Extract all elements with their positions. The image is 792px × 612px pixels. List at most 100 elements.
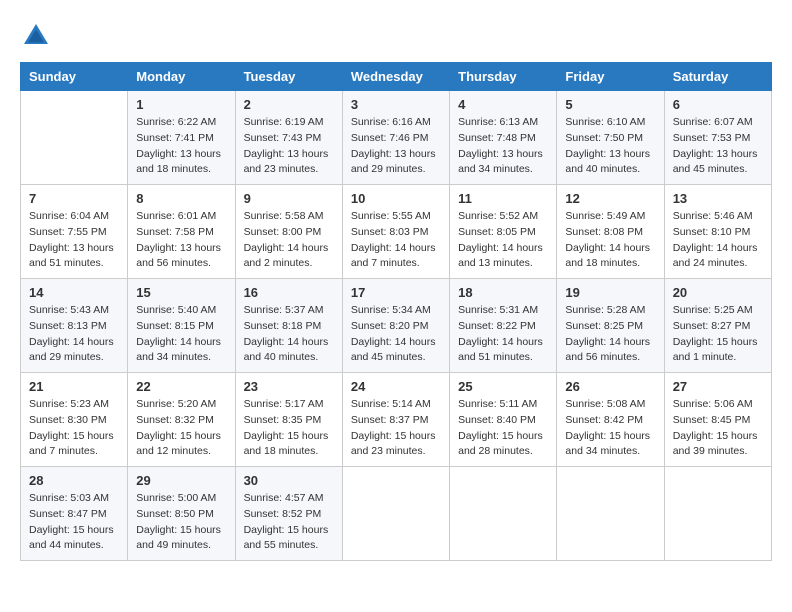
- calendar-cell: 11 Sunrise: 5:52 AMSunset: 8:05 PMDayligh…: [450, 185, 557, 279]
- day-info: Sunrise: 5:31 AMSunset: 8:22 PMDaylight:…: [458, 303, 548, 366]
- day-info: Sunrise: 5:23 AMSunset: 8:30 PMDaylight:…: [29, 397, 119, 460]
- header-day: Sunday: [21, 63, 128, 91]
- day-number: 12: [565, 191, 655, 206]
- day-info: Sunrise: 5:06 AMSunset: 8:45 PMDaylight:…: [673, 397, 763, 460]
- day-info: Sunrise: 5:17 AMSunset: 8:35 PMDaylight:…: [244, 397, 334, 460]
- calendar-cell: 3 Sunrise: 6:16 AMSunset: 7:46 PMDaylight…: [342, 91, 449, 185]
- calendar-cell: 28 Sunrise: 5:03 AMSunset: 8:47 PMDayligh…: [21, 467, 128, 561]
- day-number: 17: [351, 285, 441, 300]
- day-info: Sunrise: 5:14 AMSunset: 8:37 PMDaylight:…: [351, 397, 441, 460]
- day-info: Sunrise: 4:57 AMSunset: 8:52 PMDaylight:…: [244, 491, 334, 554]
- day-number: 29: [136, 473, 226, 488]
- calendar-cell: 1 Sunrise: 6:22 AMSunset: 7:41 PMDaylight…: [128, 91, 235, 185]
- calendar-cell: 9 Sunrise: 5:58 AMSunset: 8:00 PMDaylight…: [235, 185, 342, 279]
- calendar-cell: 18 Sunrise: 5:31 AMSunset: 8:22 PMDayligh…: [450, 279, 557, 373]
- calendar-cell: 25 Sunrise: 5:11 AMSunset: 8:40 PMDayligh…: [450, 373, 557, 467]
- day-number: 15: [136, 285, 226, 300]
- day-info: Sunrise: 5:40 AMSunset: 8:15 PMDaylight:…: [136, 303, 226, 366]
- calendar-cell: 5 Sunrise: 6:10 AMSunset: 7:50 PMDaylight…: [557, 91, 664, 185]
- week-row: 28 Sunrise: 5:03 AMSunset: 8:47 PMDayligh…: [21, 467, 772, 561]
- logo-icon: [20, 20, 52, 52]
- calendar-cell: 30 Sunrise: 4:57 AMSunset: 8:52 PMDayligh…: [235, 467, 342, 561]
- calendar-cell: 6Sunrise: 6:07 AMSunset: 7:53 PMDaylight…: [664, 91, 771, 185]
- calendar-cell: 24 Sunrise: 5:14 AMSunset: 8:37 PMDayligh…: [342, 373, 449, 467]
- calendar-cell: 8Sunrise: 6:01 AMSunset: 7:58 PMDaylight…: [128, 185, 235, 279]
- calendar-header: SundayMondayTuesdayWednesdayThursdayFrid…: [21, 63, 772, 91]
- day-number: 19: [565, 285, 655, 300]
- day-info: Sunrise: 5:28 AMSunset: 8:25 PMDaylight:…: [565, 303, 655, 366]
- day-number: 30: [244, 473, 334, 488]
- day-info: Sunrise: 6:19 AMSunset: 7:43 PMDaylight:…: [244, 115, 334, 178]
- day-number: 4: [458, 97, 548, 112]
- day-info: Sunrise: 5:03 AMSunset: 8:47 PMDaylight:…: [29, 491, 119, 554]
- calendar-cell: [557, 467, 664, 561]
- day-info: Sunrise: 5:11 AMSunset: 8:40 PMDaylight:…: [458, 397, 548, 460]
- week-row: 7 Sunrise: 6:04 AMSunset: 7:55 PMDaylight…: [21, 185, 772, 279]
- calendar-body: 1 Sunrise: 6:22 AMSunset: 7:41 PMDaylight…: [21, 91, 772, 561]
- calendar-cell: 21 Sunrise: 5:23 AMSunset: 8:30 PMDayligh…: [21, 373, 128, 467]
- day-info: Sunrise: 5:08 AMSunset: 8:42 PMDaylight:…: [565, 397, 655, 460]
- calendar-cell: 22 Sunrise: 5:20 AMSunset: 8:32 PMDayligh…: [128, 373, 235, 467]
- day-number: 20: [673, 285, 763, 300]
- day-info: Sunrise: 5:58 AMSunset: 8:00 PMDaylight:…: [244, 209, 334, 272]
- calendar-cell: 20 Sunrise: 5:25 AMSunset: 8:27 PMDayligh…: [664, 279, 771, 373]
- header-day: Wednesday: [342, 63, 449, 91]
- calendar-cell: 27 Sunrise: 5:06 AMSunset: 8:45 PMDayligh…: [664, 373, 771, 467]
- day-number: 24: [351, 379, 441, 394]
- calendar-cell: [21, 91, 128, 185]
- day-number: 27: [673, 379, 763, 394]
- calendar-cell: 15 Sunrise: 5:40 AMSunset: 8:15 PMDayligh…: [128, 279, 235, 373]
- day-info: Sunrise: 5:20 AMSunset: 8:32 PMDaylight:…: [136, 397, 226, 460]
- page-header: [20, 20, 772, 52]
- calendar-cell: 16 Sunrise: 5:37 AMSunset: 8:18 PMDayligh…: [235, 279, 342, 373]
- day-info: Sunrise: 6:04 AMSunset: 7:55 PMDaylight:…: [29, 209, 119, 272]
- header-day: Tuesday: [235, 63, 342, 91]
- day-number: 16: [244, 285, 334, 300]
- header-row: SundayMondayTuesdayWednesdayThursdayFrid…: [21, 63, 772, 91]
- day-number: 5: [565, 97, 655, 112]
- day-number: 1: [136, 97, 226, 112]
- day-number: 2: [244, 97, 334, 112]
- calendar-cell: 2 Sunrise: 6:19 AMSunset: 7:43 PMDaylight…: [235, 91, 342, 185]
- day-number: 7: [29, 191, 119, 206]
- header-day: Thursday: [450, 63, 557, 91]
- week-row: 14Sunrise: 5:43 AMSunset: 8:13 PMDayligh…: [21, 279, 772, 373]
- day-number: 22: [136, 379, 226, 394]
- calendar-table: SundayMondayTuesdayWednesdayThursdayFrid…: [20, 62, 772, 561]
- day-number: 14: [29, 285, 119, 300]
- day-number: 28: [29, 473, 119, 488]
- day-info: Sunrise: 6:10 AMSunset: 7:50 PMDaylight:…: [565, 115, 655, 178]
- calendar-cell: 29Sunrise: 5:00 AMSunset: 8:50 PMDayligh…: [128, 467, 235, 561]
- day-number: 25: [458, 379, 548, 394]
- day-number: 21: [29, 379, 119, 394]
- calendar-cell: 7 Sunrise: 6:04 AMSunset: 7:55 PMDaylight…: [21, 185, 128, 279]
- day-info: Sunrise: 5:55 AMSunset: 8:03 PMDaylight:…: [351, 209, 441, 272]
- day-number: 9: [244, 191, 334, 206]
- week-row: 1 Sunrise: 6:22 AMSunset: 7:41 PMDaylight…: [21, 91, 772, 185]
- day-number: 10: [351, 191, 441, 206]
- calendar-cell: 23Sunrise: 5:17 AMSunset: 8:35 PMDayligh…: [235, 373, 342, 467]
- day-info: Sunrise: 6:13 AMSunset: 7:48 PMDaylight:…: [458, 115, 548, 178]
- calendar-cell: 14Sunrise: 5:43 AMSunset: 8:13 PMDayligh…: [21, 279, 128, 373]
- day-number: 6: [673, 97, 763, 112]
- day-number: 3: [351, 97, 441, 112]
- day-number: 18: [458, 285, 548, 300]
- day-info: Sunrise: 5:37 AMSunset: 8:18 PMDaylight:…: [244, 303, 334, 366]
- calendar-cell: [450, 467, 557, 561]
- week-row: 21 Sunrise: 5:23 AMSunset: 8:30 PMDayligh…: [21, 373, 772, 467]
- calendar-cell: [342, 467, 449, 561]
- day-info: Sunrise: 5:46 AMSunset: 8:10 PMDaylight:…: [673, 209, 763, 272]
- day-info: Sunrise: 6:22 AMSunset: 7:41 PMDaylight:…: [136, 115, 226, 178]
- day-info: Sunrise: 5:34 AMSunset: 8:20 PMDaylight:…: [351, 303, 441, 366]
- calendar-cell: 19 Sunrise: 5:28 AMSunset: 8:25 PMDayligh…: [557, 279, 664, 373]
- header-day: Friday: [557, 63, 664, 91]
- calendar-cell: 10 Sunrise: 5:55 AMSunset: 8:03 PMDayligh…: [342, 185, 449, 279]
- header-day: Monday: [128, 63, 235, 91]
- day-number: 11: [458, 191, 548, 206]
- day-info: Sunrise: 6:01 AMSunset: 7:58 PMDaylight:…: [136, 209, 226, 272]
- day-info: Sunrise: 5:52 AMSunset: 8:05 PMDaylight:…: [458, 209, 548, 272]
- day-info: Sunrise: 5:25 AMSunset: 8:27 PMDaylight:…: [673, 303, 763, 366]
- calendar-cell: 13Sunrise: 5:46 AMSunset: 8:10 PMDayligh…: [664, 185, 771, 279]
- day-info: Sunrise: 6:16 AMSunset: 7:46 PMDaylight:…: [351, 115, 441, 178]
- day-number: 26: [565, 379, 655, 394]
